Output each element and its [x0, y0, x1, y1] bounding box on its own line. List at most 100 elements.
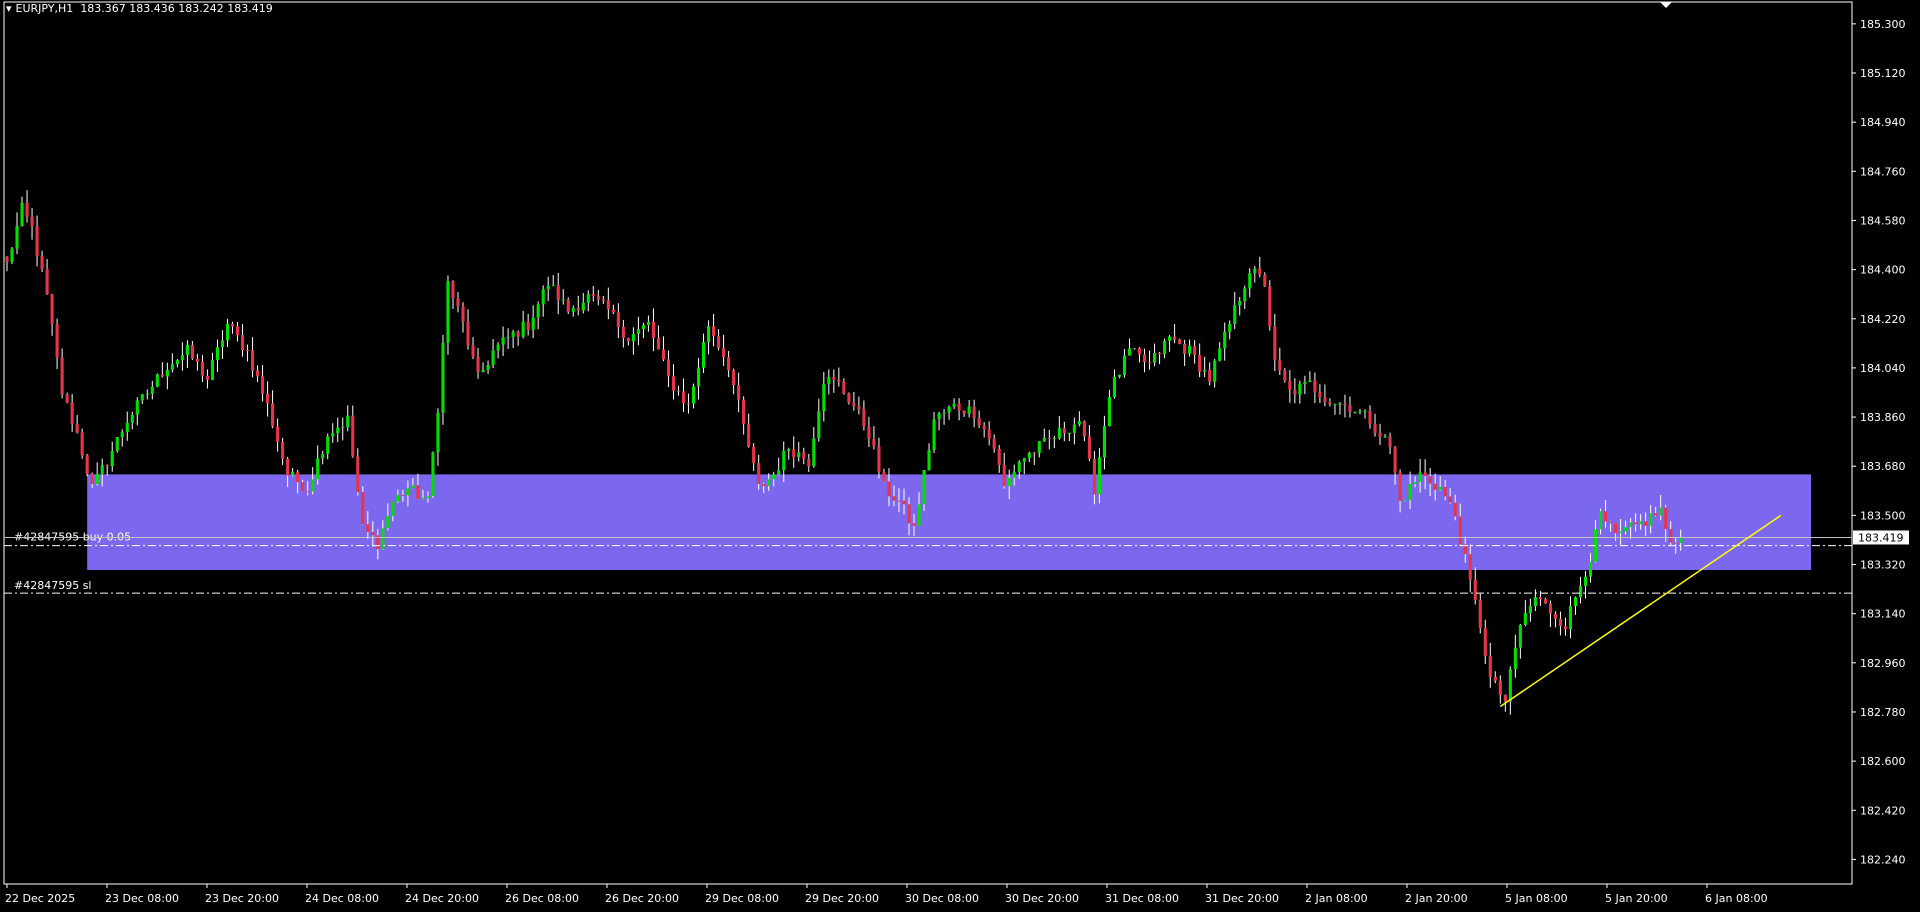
- candle-body: [782, 450, 786, 471]
- candle-body: [1077, 421, 1081, 425]
- candle[interactable]: [1268, 280, 1272, 331]
- y-tick-label: 184.400: [1860, 264, 1906, 277]
- y-tick-label: 182.600: [1860, 755, 1906, 768]
- candle-body: [817, 411, 821, 439]
- candle-body: [541, 289, 545, 305]
- candle-body: [666, 359, 671, 377]
- candle-body: [1353, 411, 1357, 413]
- candle-body: [180, 354, 184, 361]
- candle-body: [165, 369, 169, 377]
- candle-body: [311, 479, 315, 492]
- candle-body: [651, 321, 655, 339]
- candle[interactable]: [155, 373, 159, 388]
- candle-body: [10, 248, 14, 263]
- candle-body: [1323, 397, 1327, 403]
- symbol-label: EURJPY,H1: [15, 2, 74, 15]
- candle-body: [496, 344, 500, 351]
- y-tick-label: 185.300: [1860, 18, 1906, 31]
- candle-body: [566, 299, 570, 312]
- candle-body: [922, 470, 926, 505]
- candle-body: [671, 376, 676, 391]
- candle-body: [471, 345, 475, 357]
- candle-body: [1017, 461, 1021, 472]
- candle-body: [1483, 628, 1487, 657]
- candle-body: [316, 458, 320, 480]
- collapse-triangle-icon[interactable]: ▾: [6, 2, 12, 15]
- candle-body: [942, 412, 946, 414]
- candle-body: [1173, 336, 1177, 340]
- stop-loss-label: #42847595 sl: [14, 579, 92, 592]
- candle-body: [185, 345, 189, 355]
- candle-body: [1578, 586, 1583, 598]
- candle-body: [140, 394, 144, 401]
- candle-body: [737, 385, 741, 400]
- candle[interactable]: [566, 297, 570, 314]
- candle-body: [210, 360, 215, 380]
- candle-body: [361, 492, 365, 525]
- candle-body: [1087, 436, 1091, 459]
- candle[interactable]: [441, 334, 445, 425]
- x-tick-label: 30 Dec 20:00: [1005, 892, 1079, 905]
- candle-body: [1654, 513, 1658, 516]
- candle-body: [1213, 360, 1217, 382]
- candle-body: [957, 403, 961, 411]
- candle[interactable]: [85, 454, 89, 477]
- candle-body: [1032, 452, 1036, 454]
- candle-body: [1528, 605, 1532, 613]
- candle-body: [1513, 647, 1517, 670]
- candle-body: [1533, 597, 1537, 606]
- price-chart[interactable]: #42847595 buy 0.05#42847595 sl185.300185…: [0, 0, 1920, 908]
- candle-body: [1388, 436, 1392, 448]
- candle-body: [586, 294, 590, 303]
- candle-body: [326, 436, 330, 454]
- candle-body: [596, 295, 600, 300]
- candle-body: [1308, 380, 1312, 382]
- candle-body: [175, 360, 179, 365]
- candle-body: [962, 410, 966, 414]
- y-tick-label: 185.120: [1860, 67, 1906, 80]
- candle-body: [1674, 542, 1678, 544]
- x-tick-label: 5 Jan 08:00: [1505, 892, 1568, 905]
- candle[interactable]: [115, 436, 119, 453]
- candle-body: [1273, 326, 1277, 361]
- candle[interactable]: [431, 451, 435, 499]
- candle-body: [95, 473, 99, 485]
- candle-body: [872, 438, 876, 447]
- candle-body: [1363, 410, 1367, 412]
- candle-body: [391, 501, 395, 517]
- candle-body: [426, 496, 430, 499]
- candle-body: [661, 349, 666, 360]
- y-tick-label: 183.320: [1860, 559, 1906, 572]
- candle-body: [1097, 457, 1101, 495]
- candle-body: [656, 338, 660, 350]
- candle-body: [616, 312, 620, 327]
- candle-body: [1488, 656, 1492, 677]
- candle-body: [807, 458, 811, 467]
- support-zone[interactable]: [87, 474, 1812, 570]
- candle-body: [506, 336, 510, 338]
- candle-body: [70, 402, 74, 424]
- candle-body: [1523, 612, 1527, 625]
- candle[interactable]: [80, 428, 84, 459]
- candle-body: [1448, 496, 1452, 503]
- candle-body: [877, 446, 881, 472]
- candle-body: [681, 391, 686, 404]
- candle-body: [1268, 286, 1272, 327]
- x-tick-label: 26 Dec 20:00: [605, 892, 679, 905]
- candle-body: [1609, 521, 1613, 524]
- candle-body: [1403, 500, 1407, 502]
- candle-body: [626, 337, 630, 342]
- candle[interactable]: [10, 246, 14, 265]
- x-tick-label: 2 Jan 20:00: [1405, 892, 1468, 905]
- candle-body: [1508, 669, 1512, 702]
- candle-body: [441, 342, 445, 413]
- candle-body: [45, 268, 49, 295]
- candle-body: [321, 453, 325, 459]
- candle-body: [286, 458, 290, 476]
- candle-body: [977, 418, 981, 426]
- candle-body: [987, 429, 991, 439]
- candle-body: [20, 202, 24, 226]
- candle-body: [466, 321, 470, 346]
- candle-body: [837, 379, 841, 382]
- candle-body: [1037, 441, 1041, 454]
